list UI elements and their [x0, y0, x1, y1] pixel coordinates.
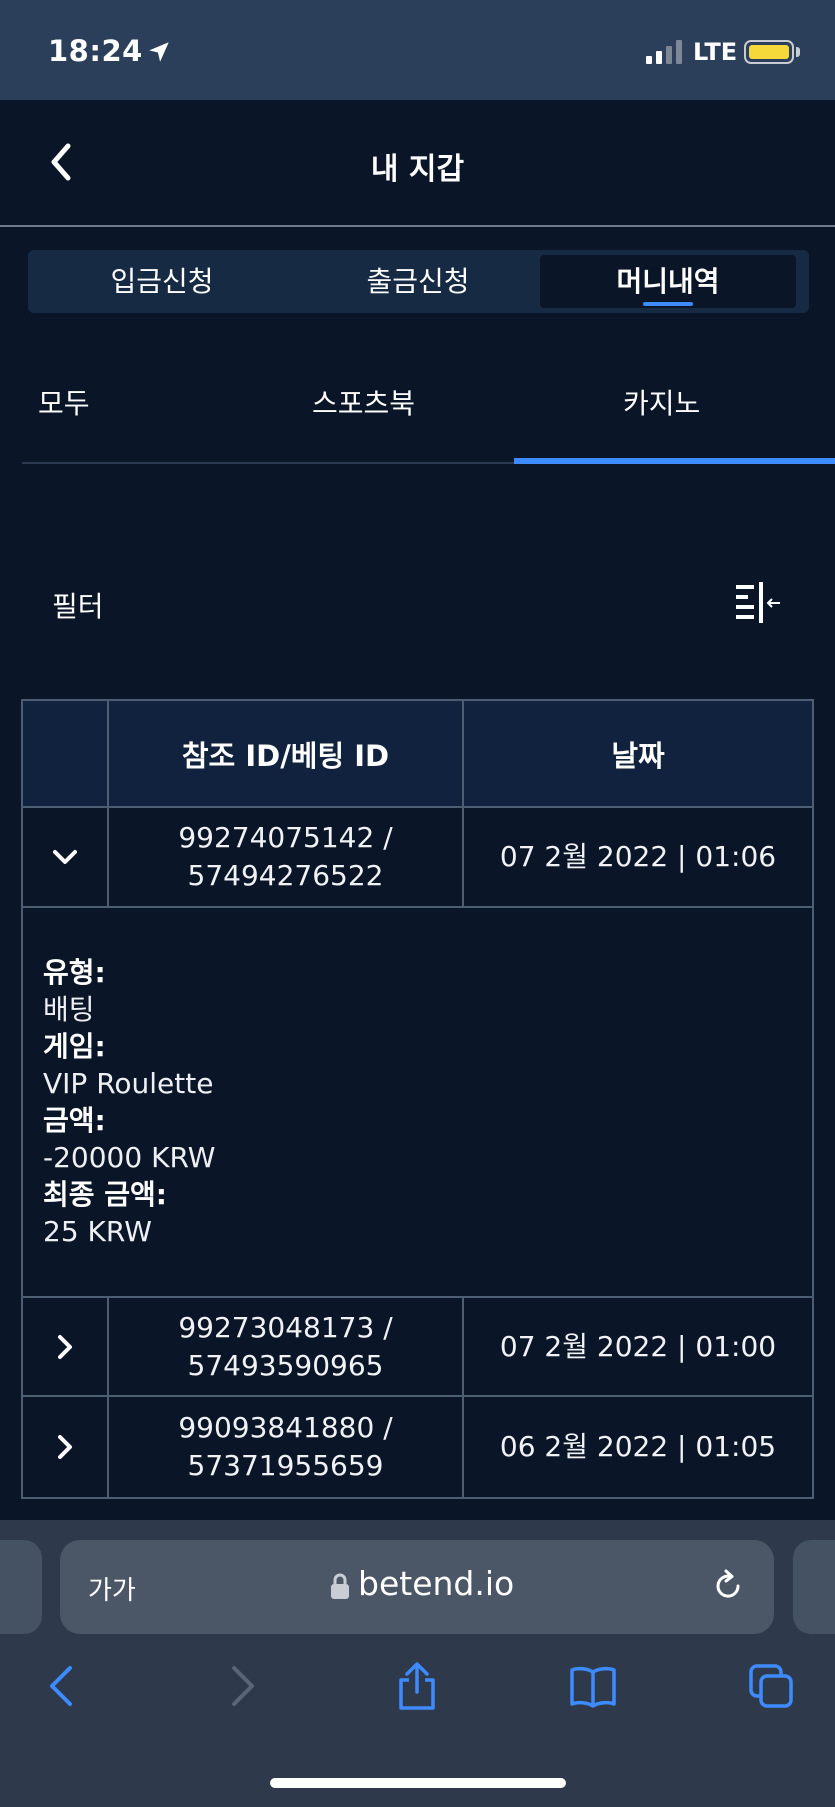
- subtab-active-indicator: [514, 458, 835, 464]
- table-row-toggle[interactable]: [23, 1298, 109, 1397]
- table-row-date: 07 2월 2022 | 01:00: [464, 1298, 812, 1397]
- cellular-signal-icon: [646, 40, 682, 64]
- bookmarks-icon[interactable]: [569, 1662, 617, 1710]
- tabs-icon[interactable]: [747, 1662, 795, 1710]
- detail-type-label: 유형:: [43, 956, 106, 989]
- table-header-date: 날짜: [464, 701, 812, 808]
- browser-forward-icon[interactable]: [218, 1662, 266, 1710]
- previous-tab-preview[interactable]: [0, 1540, 42, 1634]
- table-row-ids: 99273048173 / 57493590965: [109, 1298, 464, 1397]
- active-tab-indicator: [643, 302, 693, 306]
- page-header: 내 지갑: [0, 100, 835, 227]
- tab-money-history-label: 머니내역: [616, 265, 720, 298]
- detail-game-label: 게임:: [43, 1030, 106, 1063]
- subtab-casino[interactable]: 카지노: [623, 382, 700, 422]
- detail-amount-label: 금액:: [43, 1104, 106, 1137]
- status-time: 18:24: [48, 34, 143, 68]
- filter-label[interactable]: 필터: [52, 585, 104, 625]
- battery-icon: [744, 40, 794, 64]
- detail-final-amount-label: 최종 금액:: [43, 1178, 167, 1211]
- table-row-date: 06 2월 2022 | 01:05: [499, 1430, 777, 1463]
- share-icon[interactable]: [393, 1662, 441, 1710]
- address-bar[interactable]: 가가 betend.io: [60, 1540, 774, 1634]
- ref-id: 99093841880 /: [178, 1411, 393, 1444]
- status-bar: 18:24 LTE: [0, 0, 835, 100]
- home-indicator: [270, 1778, 566, 1788]
- text-size-button[interactable]: 가가: [88, 1570, 136, 1607]
- table-row-ids: 99274075142 / 57494276522: [109, 808, 464, 908]
- detail-amount-value: -20000 KRW: [43, 1141, 216, 1174]
- table-header-ref-id: 참조 ID/베팅 ID: [109, 701, 464, 808]
- reload-icon[interactable]: [710, 1568, 746, 1604]
- tab-withdraw-request[interactable]: 출금신청: [290, 255, 546, 308]
- battery-cap: [796, 47, 800, 57]
- filter-collapse-icon[interactable]: [734, 582, 782, 624]
- history-subtabs: 모두 스포츠북 카지노: [22, 362, 835, 464]
- detail-final-amount-value: 25 KRW: [43, 1215, 152, 1248]
- table-row-toggle[interactable]: [23, 1397, 109, 1497]
- ref-id: 99273048173 /: [178, 1310, 393, 1344]
- table-row-ids: 99093841880 / 57371955659: [109, 1397, 464, 1497]
- chevron-right-icon[interactable]: [51, 1433, 79, 1461]
- wallet-segmented-control: 입금신청 출금신청 머니내역: [28, 250, 809, 313]
- bet-id: 57494276522: [187, 859, 384, 892]
- subtab-all[interactable]: 모두: [38, 382, 90, 422]
- lock-icon: [331, 1573, 349, 1599]
- row-details-panel: 유형: 배팅 게임: VIP Roulette 금액: -20000 KRW 최…: [23, 908, 812, 1298]
- chevron-down-icon[interactable]: [51, 843, 79, 871]
- table-row-toggle[interactable]: [23, 808, 109, 908]
- tab-money-history[interactable]: 머니내역: [540, 255, 796, 308]
- next-tab-preview[interactable]: [793, 1540, 835, 1634]
- table-header-blank: [23, 701, 109, 808]
- chevron-right-icon[interactable]: [51, 1333, 79, 1361]
- detail-game-value: VIP Roulette: [43, 1067, 214, 1100]
- detail-type-value: 배팅: [43, 993, 95, 1026]
- bet-id: 57493590965: [187, 1348, 384, 1382]
- tab-deposit-request[interactable]: 입금신청: [34, 255, 290, 308]
- browser-back-icon[interactable]: [38, 1662, 86, 1710]
- browser-toolbar: 가가 betend.io: [0, 1520, 835, 1807]
- table-row-date: 07 2월 2022 | 01:06: [464, 808, 812, 908]
- location-arrow-icon: [149, 42, 169, 62]
- bet-id: 57371955659: [187, 1449, 384, 1482]
- network-type: LTE: [693, 38, 738, 66]
- history-table: 참조 ID/베팅 ID 날짜 99274075142 / 57494276522…: [21, 699, 814, 1499]
- ref-id: 99274075142 /: [178, 821, 393, 854]
- page-title: 내 지갑: [370, 152, 465, 187]
- subtab-sportsbook[interactable]: 스포츠북: [312, 382, 415, 422]
- url-text[interactable]: betend.io: [358, 1564, 514, 1603]
